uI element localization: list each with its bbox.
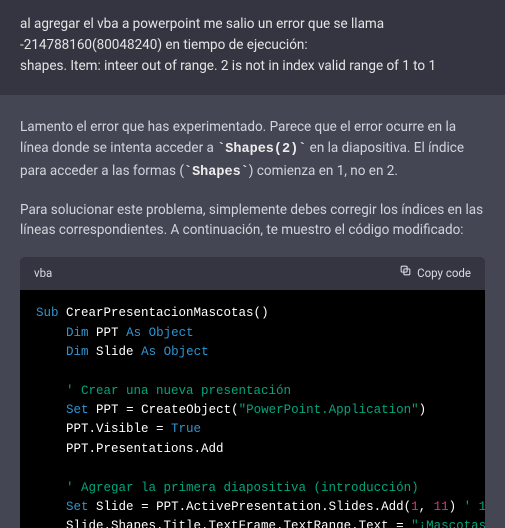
copy-label: Copy code (417, 265, 471, 283)
id: Slide (96, 345, 134, 359)
num: 11 (434, 500, 449, 514)
cmt: ' 11 = ppLayoutTitl (464, 500, 485, 514)
id: Slide (66, 519, 104, 528)
text: ) comienza en 1, no en 2. (249, 163, 398, 179)
code-lang-label: vba (34, 265, 52, 283)
assistant-message: Lamento el error que has experimentado. … (0, 95, 505, 528)
id: = CreateObject( (119, 403, 239, 417)
user-text-line2: shapes. Item: inteer out of range. 2 is … (20, 58, 436, 74)
id: CrearPresentacionMascotas() (66, 306, 269, 320)
user-text-line1: al agregar el vba a powerpoint me salio … (20, 16, 384, 53)
id: PPT (66, 442, 89, 456)
code-header: vba Copy code (20, 257, 485, 290)
kw: Set (66, 403, 89, 417)
num: 1 (411, 500, 419, 514)
copy-code-button[interactable]: Copy code (399, 264, 471, 283)
user-message: al agregar el vba a powerpoint me salio … (0, 0, 505, 95)
id: .Presentations.Add (89, 442, 224, 456)
inline-code-shapes: `Shapes` (184, 165, 249, 180)
id: .Shapes.Title.TextFrame.TextRange.Text = (104, 519, 412, 528)
id: PPT (96, 326, 119, 340)
id: ) (449, 500, 464, 514)
cmt: ' Agregar la primera diapositiva (introd… (66, 481, 419, 495)
cmt: ' Crear una nueva presentación (66, 384, 291, 398)
id: Slide (96, 500, 134, 514)
str: "¡Mascotas maravillosas!" (411, 519, 485, 528)
id: = PPT.ActivePresentation.Slides.Add( (134, 500, 412, 514)
id: PPT (96, 403, 119, 417)
id: PPT (66, 422, 89, 436)
kw: Set (66, 500, 89, 514)
kw: True (171, 422, 201, 436)
assistant-paragraph-2: Para solucionar este problema, simplemen… (20, 200, 485, 242)
id: ) (419, 403, 427, 417)
inline-code-shapes2: `Shapes(2)` (217, 142, 306, 157)
kw: Sub (36, 306, 59, 320)
kw: Dim (66, 326, 89, 340)
kw: Object (149, 326, 194, 340)
str: "PowerPoint.Application" (239, 403, 419, 417)
id: , (419, 500, 434, 514)
kw: As (141, 345, 156, 359)
id: .Visible = (89, 422, 172, 436)
code-block: vba Copy code Sub CrearPresentacionMasco… (20, 257, 485, 528)
code-content[interactable]: Sub CrearPresentacionMascotas() Dim PPT … (20, 290, 485, 528)
copy-icon (399, 264, 412, 283)
kw: Dim (66, 345, 89, 359)
kw: As (126, 326, 141, 340)
kw: Object (164, 345, 209, 359)
assistant-paragraph-1: Lamento el error que has experimentado. … (20, 117, 485, 184)
